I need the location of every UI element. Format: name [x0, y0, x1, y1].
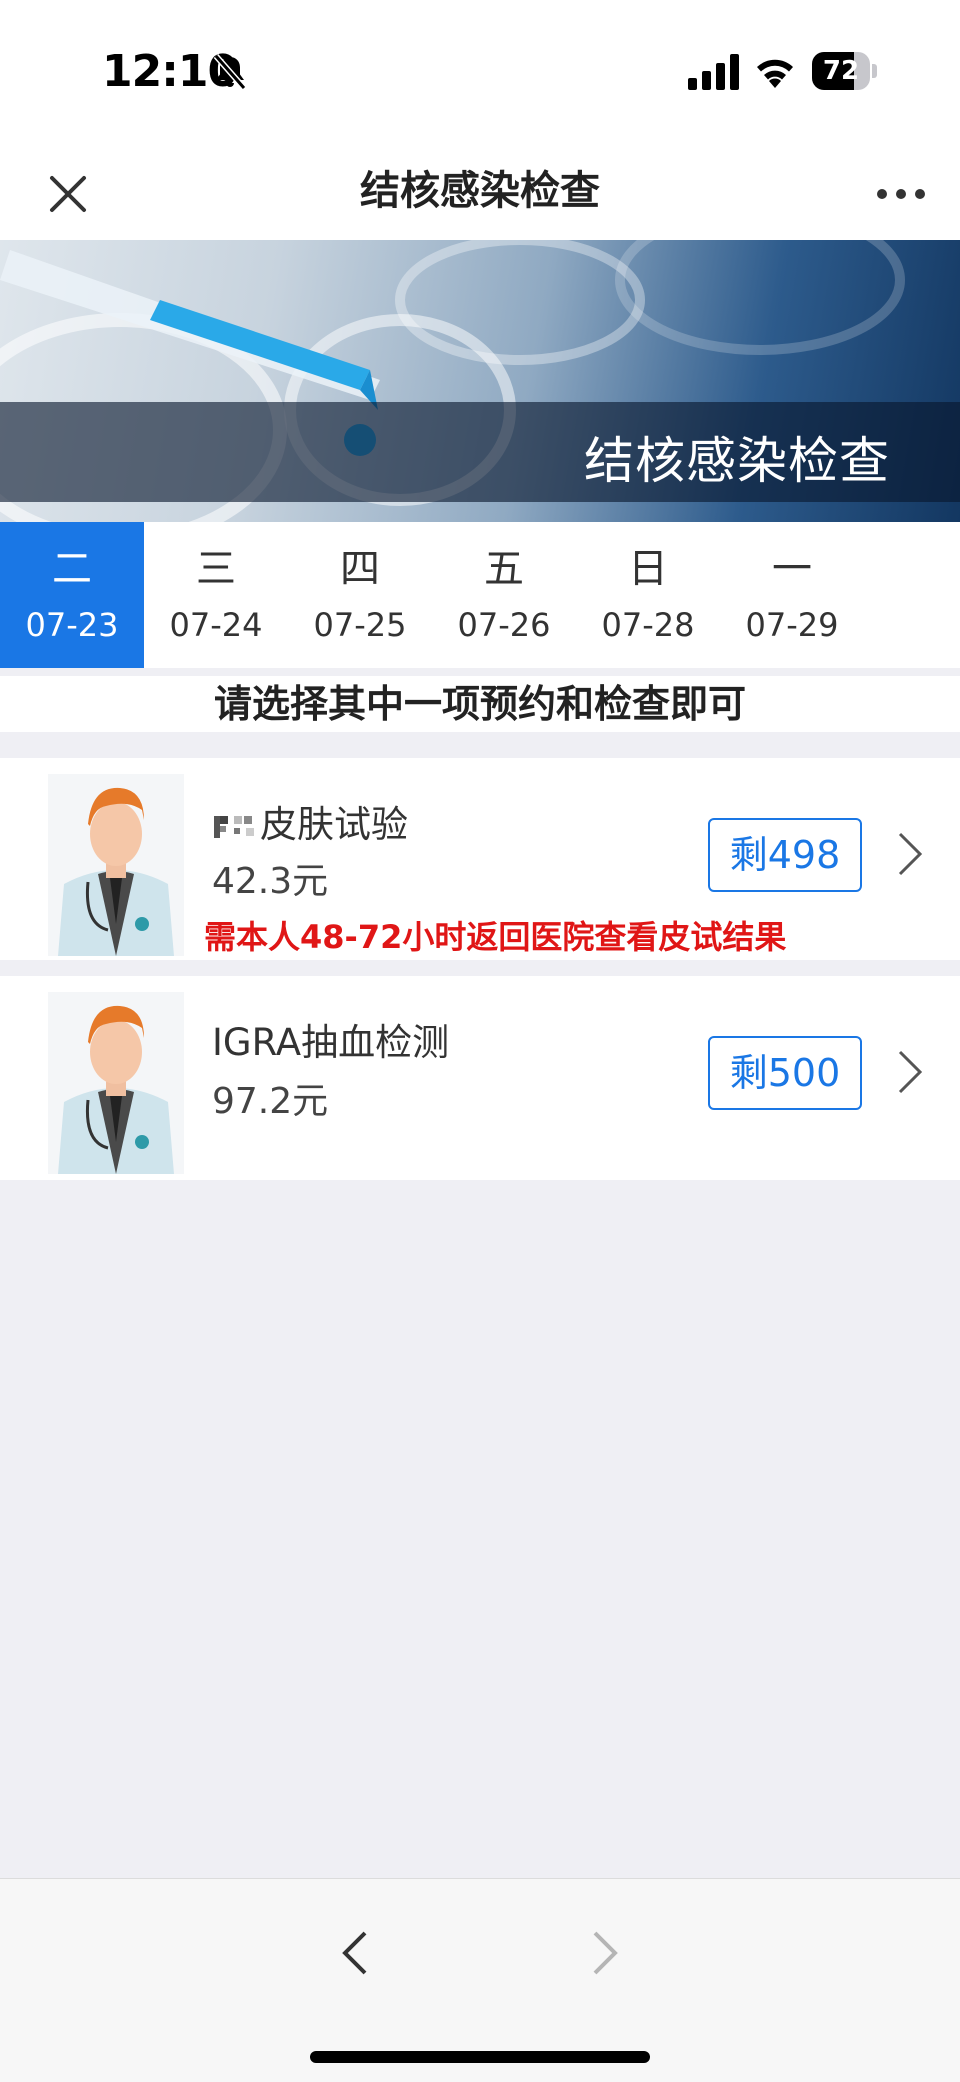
list-item-igra[interactable]: IGRA抽血检测 97.2元 剩500	[0, 976, 960, 1180]
service-list: 皮肤试验 42.3元 剩498 需本人48-72小时返回医院查看皮试结果 IGR…	[0, 758, 960, 1196]
date-tab-0728[interactable]: 日 07-28	[576, 522, 720, 668]
more-button[interactable]	[866, 164, 936, 224]
date-tabs: 二 07-23 三 07-24 四 07-25 五 07-26 日 07-28 …	[0, 522, 960, 668]
battery-percent: 72	[822, 56, 860, 86]
weekday-label: 一	[772, 546, 812, 592]
item-name: 皮肤试验	[212, 794, 408, 848]
wifi-icon	[757, 59, 793, 88]
weekday-label: 二	[52, 546, 92, 592]
home-indicator	[310, 2051, 650, 2063]
date-tab-0723[interactable]: 二 07-23	[0, 522, 144, 668]
banner: 结核感染检查	[0, 240, 960, 522]
date-label: 07-23	[25, 606, 119, 644]
page-title: 结核感染检查	[360, 168, 600, 214]
item-arrow[interactable]	[890, 824, 930, 884]
doctor-avatar	[48, 774, 184, 956]
nav-bar: 结核感染检查	[0, 140, 960, 240]
date-label: 07-25	[313, 606, 407, 644]
bottom-toolbar	[0, 1878, 960, 2082]
chevron-right-icon	[898, 1050, 923, 1094]
date-label: 07-29	[745, 606, 839, 644]
list-item-skin-test[interactable]: 皮肤试验 42.3元 剩498 需本人48-72小时返回医院查看皮试结果	[0, 758, 960, 960]
date-tab-0725[interactable]: 四 07-25	[288, 522, 432, 668]
selection-notice: 请选择其中一项预约和检查即可	[0, 676, 960, 732]
weekday-label: 日	[628, 546, 668, 592]
bell-muted-icon	[213, 54, 247, 90]
back-button[interactable]	[330, 1923, 380, 1983]
item-price: 42.3元	[212, 861, 329, 902]
date-label: 07-24	[169, 606, 263, 644]
date-tab-0724[interactable]: 三 07-24	[144, 522, 288, 668]
weekday-label: 三	[196, 546, 236, 592]
date-label: 07-28	[601, 606, 695, 644]
date-tab-0729[interactable]: 一 07-29	[720, 522, 864, 668]
forward-button[interactable]	[580, 1923, 630, 1983]
chevron-right-icon	[593, 1931, 618, 1975]
item-arrow[interactable]	[890, 1042, 930, 1102]
remaining-slots-button[interactable]: 剩498	[708, 818, 862, 892]
date-label: 07-26	[457, 606, 551, 644]
date-tab-0726[interactable]: 五 07-26	[432, 522, 576, 668]
item-name: IGRA抽血检测	[212, 1021, 450, 1064]
banner-title: 结核感染检查	[584, 432, 890, 490]
battery-icon: 72	[812, 52, 878, 90]
weekday-label: 五	[484, 546, 524, 592]
chevron-left-icon	[342, 1931, 367, 1975]
item-price: 97.2元	[212, 1081, 329, 1122]
status-bar: 12:10 72	[0, 0, 960, 140]
remaining-slots-button[interactable]: 剩500	[708, 1036, 862, 1110]
weekday-label: 四	[340, 546, 380, 592]
cellular-signal-icon	[688, 54, 739, 90]
pixelated-text-mark	[214, 815, 254, 838]
more-dots-icon	[877, 189, 925, 199]
chevron-right-icon	[898, 832, 923, 876]
doctor-avatar	[48, 992, 184, 1174]
item-name-text: 皮肤试验	[260, 803, 408, 846]
item-warning-note: 需本人48-72小时返回医院查看皮试结果	[204, 918, 787, 956]
